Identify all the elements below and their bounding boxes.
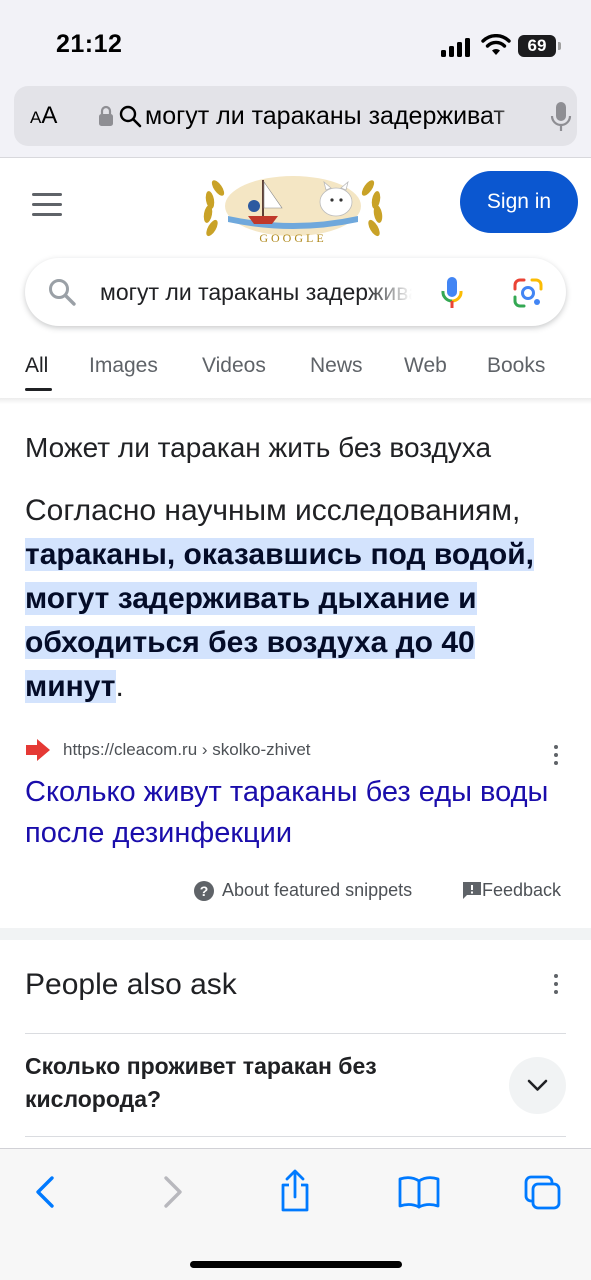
search-tabs: All Images Videos News Web Books: [0, 342, 591, 400]
browser-toolbar: [0, 1148, 591, 1280]
status-time: 21:12: [56, 30, 123, 58]
feedback-label: Feedback: [482, 880, 562, 900]
paa-question[interactable]: Сколько проживет таракан без кислорода?: [25, 1050, 465, 1116]
tab-news[interactable]: News: [310, 354, 363, 378]
people-also-ask-title: People also ask: [25, 968, 237, 1001]
search-icon: [49, 279, 76, 306]
tabs-divider: [0, 398, 591, 404]
browser-address-area: AA могут ли тараканы задерживат: [0, 80, 591, 158]
more-options-icon[interactable]: [552, 972, 560, 996]
status-bar: 21:12 69: [0, 0, 591, 80]
microphone-icon[interactable]: [550, 101, 572, 133]
doodle-text: GOOGLE: [259, 231, 326, 245]
svg-text:?: ?: [200, 883, 209, 899]
lock-icon: [99, 105, 113, 126]
divider: [25, 1033, 566, 1034]
sign-in-button[interactable]: Sign in: [460, 171, 578, 233]
site-favicon-arrow-icon: [26, 739, 50, 761]
source-link[interactable]: Сколько живут тараканы без еды воды посл…: [25, 772, 565, 854]
search-icon: [119, 105, 142, 128]
snippet-title: Может ли таракан жить без воздуха: [25, 432, 492, 463]
help-icon: ?: [194, 881, 214, 901]
feedback-icon: [463, 882, 481, 899]
text-size-button[interactable]: AA: [30, 102, 57, 130]
tab-videos[interactable]: Videos: [202, 354, 266, 378]
about-snippets-label: About featured snippets: [222, 880, 413, 900]
bookmarks-icon[interactable]: [398, 1175, 440, 1209]
wifi-icon: [481, 34, 511, 55]
snippet-text: Согласно научным исследованиям, тараканы…: [25, 489, 570, 709]
hamburger-menu-icon[interactable]: [32, 193, 62, 217]
search-input[interactable]: могут ли тараканы задерживать: [100, 279, 412, 309]
snippet-highlight: тараканы, оказавшись под водой, могут за…: [25, 538, 534, 703]
section-divider: [0, 928, 591, 940]
tab-all[interactable]: All: [25, 354, 48, 378]
tabs-icon[interactable]: [524, 1175, 562, 1211]
cellular-signal-icon: [441, 37, 471, 57]
active-tab-indicator: [25, 388, 52, 391]
search-box[interactable]: могут ли тараканы задерживать: [25, 258, 566, 326]
back-icon[interactable]: [32, 1172, 58, 1212]
battery-icon: 69: [518, 35, 562, 57]
address-bar[interactable]: AA могут ли тараканы задерживат: [14, 86, 577, 146]
snippet-text-end: .: [115, 670, 124, 703]
voice-search-icon[interactable]: [439, 275, 465, 311]
home-indicator: [190, 1261, 402, 1268]
tab-books[interactable]: Books: [487, 354, 545, 378]
forward-icon[interactable]: [160, 1172, 186, 1212]
expand-button[interactable]: [509, 1057, 566, 1114]
tab-web[interactable]: Web: [404, 354, 447, 378]
share-icon[interactable]: [278, 1169, 312, 1213]
source-url[interactable]: https://cleacom.ru › skolko-zhivet: [63, 740, 311, 760]
snippet-text-intro: Согласно научным исследованиям,: [25, 494, 521, 527]
url-text[interactable]: могут ли тараканы задерживат: [145, 102, 535, 132]
google-doodle-logo[interactable]: GOOGLE: [198, 168, 388, 248]
battery-level: 69: [518, 35, 556, 57]
divider: [25, 1136, 566, 1137]
chevron-down-icon: [527, 1079, 548, 1091]
google-lens-icon[interactable]: [512, 277, 544, 309]
tab-images[interactable]: Images: [89, 354, 158, 378]
more-options-icon[interactable]: [552, 743, 560, 767]
